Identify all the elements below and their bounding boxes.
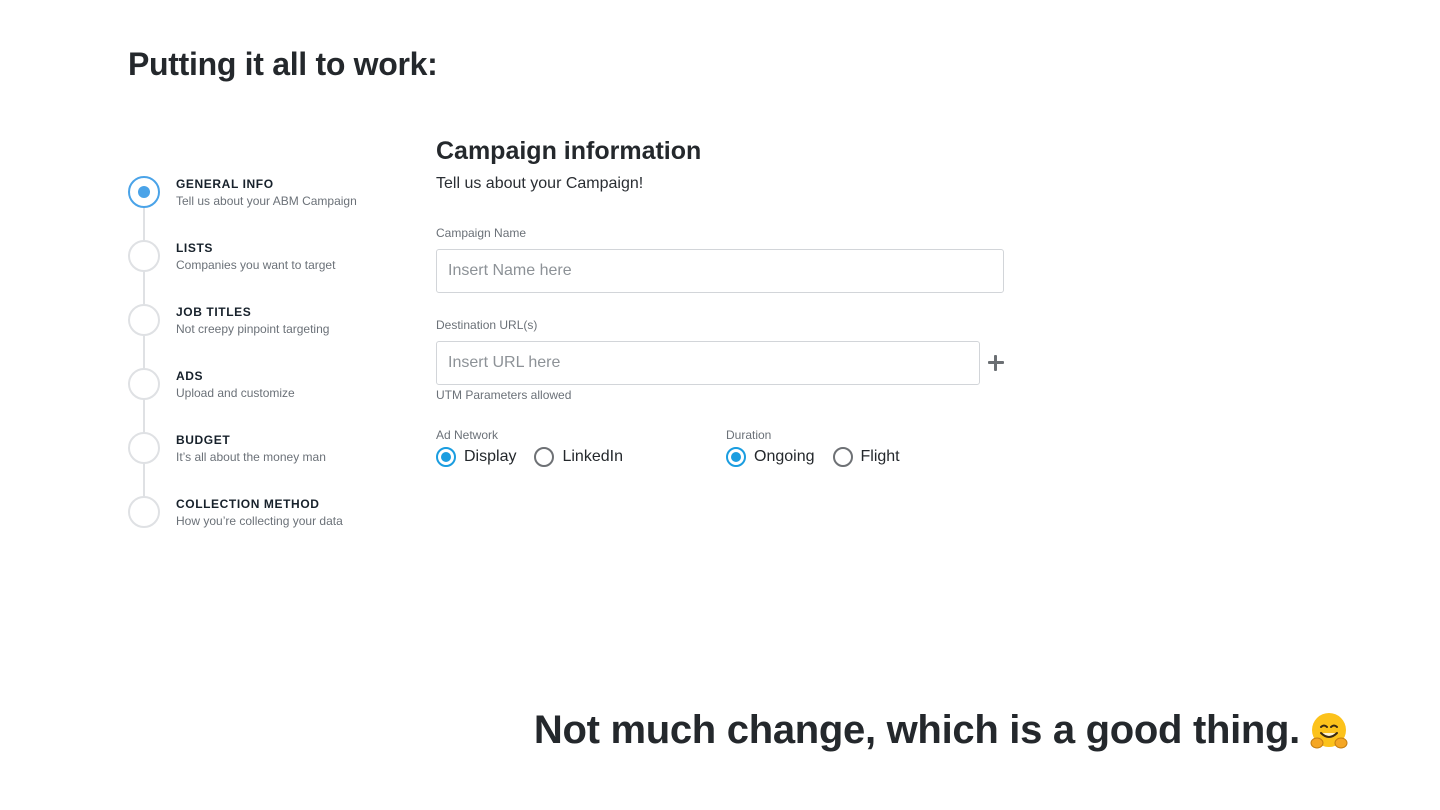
ad-network-label: Ad Network (436, 428, 499, 442)
form-subtitle: Tell us about your Campaign! (436, 175, 644, 192)
radio-unchecked-icon (832, 447, 853, 467)
step-indicator (128, 368, 160, 400)
step-indicator (128, 432, 160, 464)
destination-url-group: Destination URL(s) UTM Parameters allowe… (436, 318, 1016, 402)
step-title: BUDGET (176, 433, 231, 447)
radio-ongoing[interactable]: Ongoing (726, 447, 815, 467)
slide-heading: Putting it all to work: (128, 46, 438, 82)
step-indicator (128, 240, 160, 272)
radio-checked-icon (436, 447, 456, 467)
step-job-titles[interactable]: JOB TITLES Not creepy pinpoint targeting (128, 304, 408, 368)
step-subtitle: It’s all about the money man (176, 450, 326, 464)
step-subtitle: Companies you want to target (176, 258, 336, 272)
destination-url-label: Destination URL(s) (436, 318, 538, 332)
slide: Putting it all to work: GENERAL INFO Tel… (0, 0, 1440, 810)
step-subtitle: Not creepy pinpoint targeting (176, 322, 330, 336)
step-general-info[interactable]: GENERAL INFO Tell us about your ABM Camp… (128, 176, 408, 240)
step-ads[interactable]: ADS Upload and customize (128, 368, 408, 432)
step-subtitle: Upload and customize (176, 386, 295, 400)
radio-label: LinkedIn (562, 448, 623, 465)
step-title: GENERAL INFO (176, 177, 274, 191)
step-title: ADS (176, 369, 204, 383)
ad-network-group: Ad Network Display LinkedIn (436, 428, 726, 467)
campaign-name-label: Campaign Name (436, 226, 527, 240)
radio-checked-icon (726, 447, 746, 467)
radio-display[interactable]: Display (436, 447, 516, 467)
radio-flight[interactable]: Flight (832, 447, 900, 467)
stepper: GENERAL INFO Tell us about your ABM Camp… (128, 176, 408, 560)
step-subtitle: How you’re collecting your data (176, 514, 343, 528)
radio-label: Flight (860, 448, 900, 465)
step-subtitle: Tell us about your ABM Campaign (176, 194, 357, 208)
step-title: JOB TITLES (176, 305, 252, 319)
slide-footer: Not much change, which is a good thing. (534, 708, 1350, 753)
radio-label: Display (464, 448, 517, 465)
step-indicator (128, 304, 160, 336)
campaign-name-input[interactable] (436, 249, 1004, 293)
plus-icon[interactable] (984, 351, 1008, 375)
step-title: LISTS (176, 241, 214, 255)
utm-hint: UTM Parameters allowed (436, 388, 572, 402)
campaign-form: Campaign information Tell us about your … (436, 136, 1016, 467)
step-collection-method[interactable]: COLLECTION METHOD How you’re collecting … (128, 496, 408, 560)
duration-group: Duration Ongoing Flight (726, 428, 1016, 467)
radio-linkedin[interactable]: LinkedIn (534, 447, 623, 467)
radio-unchecked-icon (534, 447, 555, 467)
step-budget[interactable]: BUDGET It’s all about the money man (128, 432, 408, 496)
radio-label: Ongoing (754, 448, 815, 465)
step-indicator-active (128, 176, 160, 208)
step-title: COLLECTION METHOD (176, 497, 320, 511)
footer-text: Not much change, which is a good thing. (533, 708, 1300, 752)
campaign-name-group: Campaign Name (436, 226, 1016, 293)
duration-label: Duration (726, 428, 772, 442)
form-title: Campaign information (436, 137, 702, 165)
step-indicator (128, 496, 160, 528)
hugging-face-icon (1308, 710, 1350, 752)
step-lists[interactable]: LISTS Companies you want to target (128, 240, 408, 304)
destination-url-input[interactable] (436, 341, 980, 385)
